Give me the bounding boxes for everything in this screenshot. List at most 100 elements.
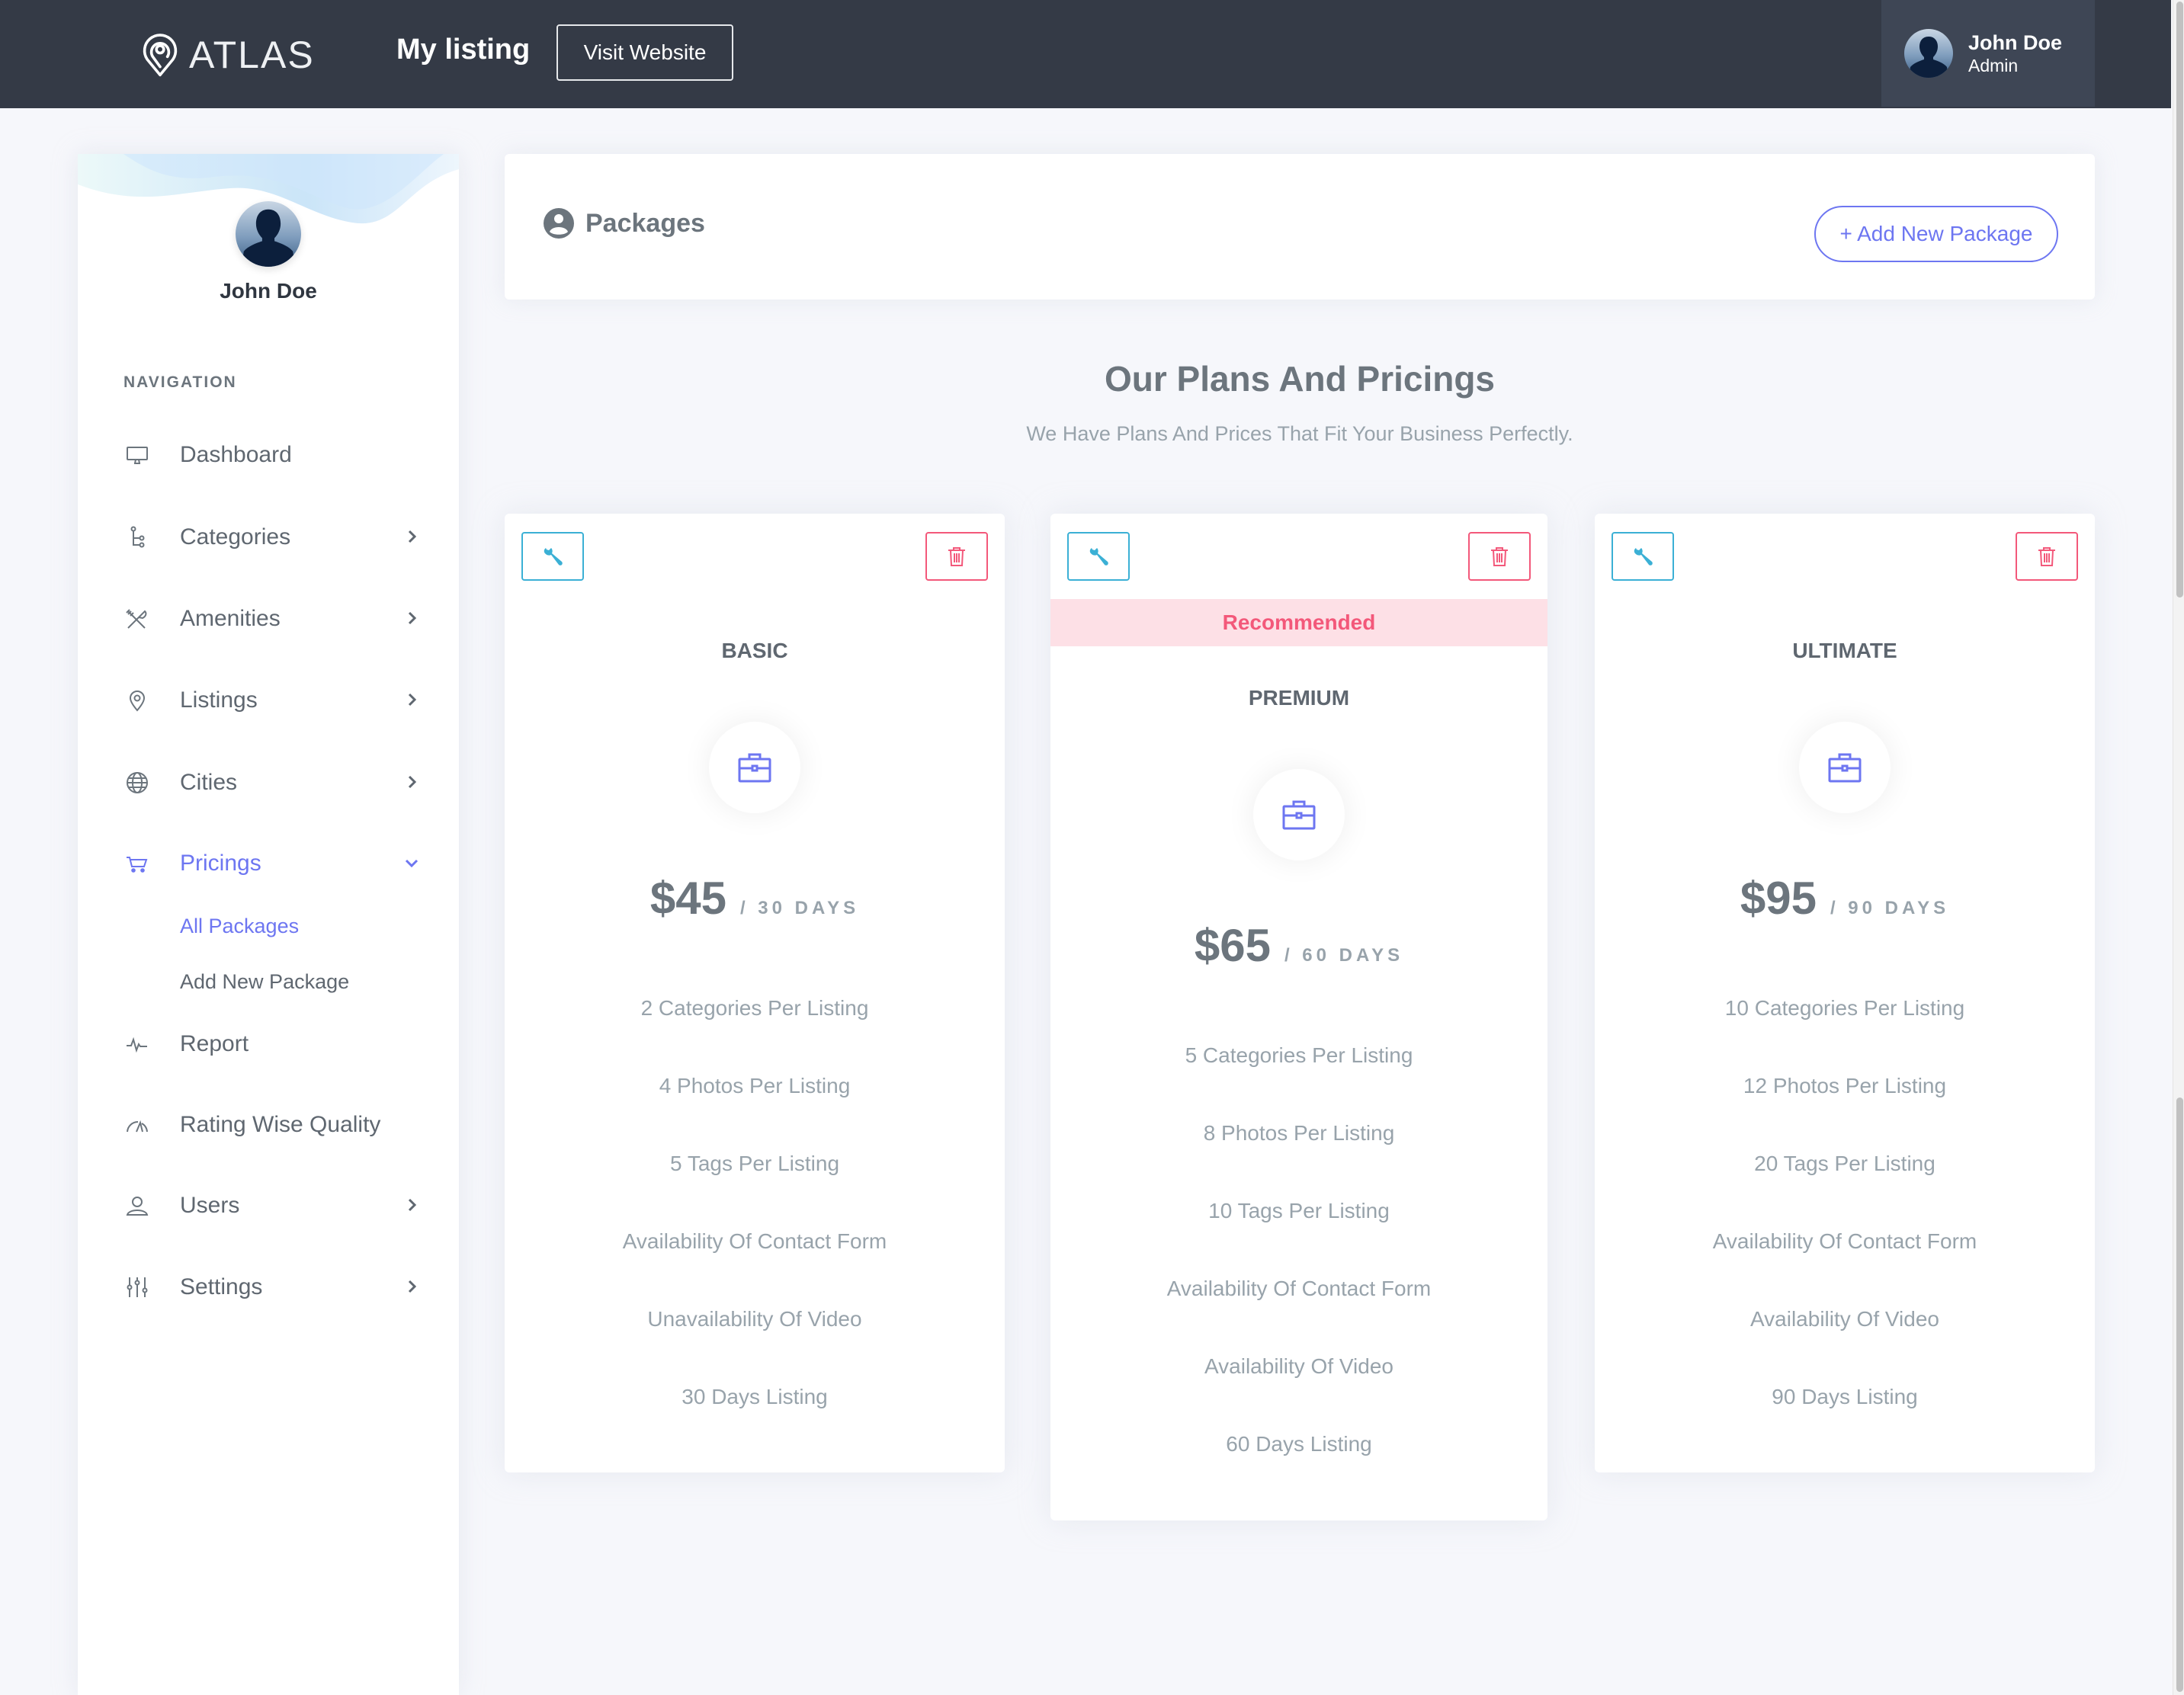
feature-item: Availability Of Contact Form [1712, 1229, 1977, 1253]
feature-item: 30 Days Listing [681, 1385, 828, 1408]
plan-icon-badge [1253, 769, 1345, 860]
user-silhouette-icon [242, 209, 295, 267]
feature-item: Availability Of Video [1750, 1307, 1939, 1331]
sidebar-item-report[interactable]: Report [123, 1025, 428, 1063]
sliders-icon [123, 1274, 151, 1301]
sidebar-item-pricings[interactable]: Pricings [123, 844, 428, 883]
add-new-package-button[interactable]: + Add New Package [1814, 206, 2058, 262]
sidebar-item-listings[interactable]: Listings [123, 681, 428, 719]
sidebar-item-dashboard[interactable]: Dashboard [123, 436, 428, 474]
edit-plan-button[interactable] [1612, 532, 1674, 581]
sidebar-item-label: Pricings [180, 851, 261, 876]
user-name: John Doe [1968, 31, 2063, 54]
logo-text: ATLAS [189, 34, 315, 76]
briefcase-icon [1828, 753, 1862, 783]
delete-plan-button[interactable] [925, 532, 988, 581]
chevron-down-icon [405, 859, 419, 868]
sidebar-item-categories[interactable]: Categories [123, 518, 428, 556]
plan-icon-badge [1799, 722, 1891, 813]
feature-item: 20 Tags Per Listing [1754, 1152, 1935, 1175]
user-silhouette-icon [1909, 37, 1948, 78]
sidebar-item-rating-wise-quality[interactable]: Rating Wise Quality [123, 1106, 428, 1144]
feature-item: 10 Categories Per Listing [1724, 996, 1965, 1020]
plan-name: BASIC [721, 639, 788, 662]
edit-plan-button[interactable] [1067, 532, 1130, 581]
plan-name: PREMIUM [1248, 686, 1350, 710]
feature-item: 10 Tags Per Listing [1208, 1199, 1390, 1222]
gauge-icon [123, 1111, 151, 1139]
page-title-text: Packages [585, 208, 705, 238]
sidebar-avatar [236, 201, 301, 267]
plan-price: $45 / 30 DAYS [505, 872, 1005, 924]
plan-name: ULTIMATE [1792, 639, 1897, 662]
sidebar-profile-name: John Doe [220, 279, 317, 303]
plan-icon-badge [709, 722, 800, 813]
feature-list: 2 Categories Per Listing 4 Photos Per Li… [505, 969, 1005, 1436]
top-header: ATLAS My listing Visit Website John Doe … [0, 0, 2171, 108]
chevron-right-icon [408, 611, 417, 625]
user-menu[interactable]: John Doe Admin [1881, 0, 2095, 107]
plan-card-basic: BASIC $45 / 30 DAYS 2 Categories Per Lis… [505, 514, 1005, 1472]
plan-price: $65 / 60 DAYS [1050, 919, 1547, 972]
sidebar-item-label: Users [180, 1193, 240, 1218]
visit-website-button[interactable]: Visit Website [556, 24, 733, 81]
delete-plan-button[interactable] [2016, 532, 2078, 581]
logo[interactable]: ATLAS [142, 32, 315, 78]
sidebar-subitem-add-new-package[interactable]: Add New Package [180, 970, 349, 994]
cart-icon [123, 850, 151, 877]
sidebar-item-label: Categories [180, 524, 291, 550]
chevron-right-icon [408, 1280, 417, 1293]
sidebar-item-settings[interactable]: Settings [123, 1268, 428, 1306]
plan-card-premium: Recommended PREMIUM $65 / 60 DAYS 5 Cate… [1050, 514, 1547, 1520]
user-icon [123, 1192, 151, 1219]
sidebar-item-label: Settings [180, 1274, 263, 1299]
price-period: / 90 DAYS [1830, 898, 1950, 918]
sidebar-item-label: Rating Wise Quality [180, 1112, 381, 1137]
briefcase-icon [1282, 800, 1316, 830]
sidebar-item-label: Amenities [180, 606, 281, 631]
feature-item: 90 Days Listing [1772, 1385, 1918, 1408]
monitor-icon [123, 441, 151, 469]
feature-item: 60 Days Listing [1226, 1432, 1372, 1456]
plan-card-ultimate: ULTIMATE $95 / 90 DAYS 10 Categories Per… [1595, 514, 2095, 1472]
packages-header-card: Packages + Add New Package [505, 154, 2095, 300]
price-period: / 60 DAYS [1284, 945, 1404, 966]
scrollbar-thumb[interactable] [2176, 2, 2183, 598]
feature-item: 5 Categories Per Listing [1185, 1043, 1413, 1067]
delete-plan-button[interactable] [1468, 532, 1531, 581]
feature-item: 8 Photos Per Listing [1203, 1121, 1395, 1145]
sidebar-subitem-all-packages[interactable]: All Packages [180, 915, 299, 938]
sidebar-item-cities[interactable]: Cities [123, 764, 428, 802]
sidebar-item-label: Dashboard [180, 442, 292, 467]
map-pin-icon [123, 687, 151, 714]
user-role: Admin [1968, 56, 2019, 75]
page-scrollbar[interactable] [2173, 0, 2184, 1695]
chevron-right-icon [408, 693, 417, 707]
app-title: My listing [396, 34, 531, 66]
section-subtitle: We Have Plans And Prices That Fit Your B… [1026, 422, 1573, 445]
wrench-icon [1634, 548, 1653, 566]
sidebar-item-users[interactable]: Users [123, 1187, 428, 1225]
page-title: Packages [543, 207, 705, 239]
avatar [1904, 29, 1953, 78]
feature-item: Availability Of Contact Form [1166, 1277, 1432, 1300]
location-pin-logo-icon [143, 34, 178, 77]
sidebar-item-amenities[interactable]: Amenities [123, 600, 428, 638]
recommended-badge: Recommended [1050, 599, 1547, 646]
scrollbar-thumb-lower[interactable] [2176, 1097, 2183, 1692]
feature-item: 4 Photos Per Listing [659, 1074, 851, 1097]
feature-list: 10 Categories Per Listing 12 Photos Per … [1595, 969, 2095, 1436]
cutlery-icon [123, 605, 151, 633]
chevron-right-icon [408, 530, 417, 543]
price-amount: $95 [1740, 873, 1817, 924]
wrench-icon [544, 548, 563, 566]
pulse-icon [123, 1030, 151, 1058]
feature-item: Unavailability Of Video [647, 1307, 862, 1331]
sidebar-item-label: Listings [180, 687, 258, 713]
feature-item: Availability Of Contact Form [622, 1229, 887, 1253]
user-circle-icon [544, 208, 574, 239]
section-title: Our Plans And Pricings [1104, 359, 1496, 399]
trash-icon [1491, 547, 1508, 566]
sidebar-item-label: Report [180, 1031, 249, 1056]
edit-plan-button[interactable] [521, 532, 584, 581]
